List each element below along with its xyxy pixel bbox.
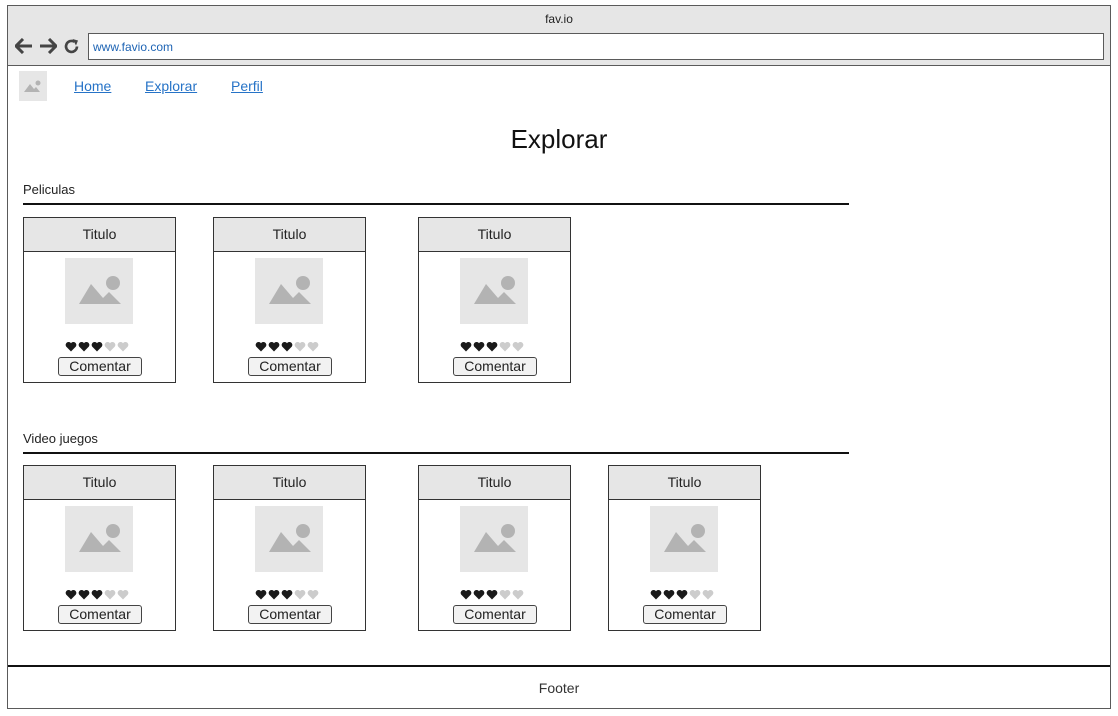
heart-icon [255,589,267,600]
page-title: Explorar [510,124,608,154]
heart-icon [486,341,498,352]
page-footer: Footer [8,665,1110,708]
card-image [255,258,323,324]
heart-icon [91,589,103,600]
heart-icon [281,589,293,600]
card-title: Titulo [419,218,570,252]
heart-icon [460,341,472,352]
image-placeholder-icon [24,80,41,92]
reload-icon [64,38,78,53]
rating-hearts [255,589,319,601]
heart-icon [512,589,524,600]
heart-icon [268,341,280,352]
section-divider [23,452,849,454]
browser-window: fav.io Home Explorar Perfil Explorar [7,5,1111,709]
heart-icon [650,589,662,600]
heart-icon [268,589,280,600]
rating-hearts [65,341,129,353]
content-card: Titulo Comentar [213,217,366,383]
url-input[interactable] [88,33,1104,60]
heart-icon [486,589,498,600]
heart-icon [512,341,524,352]
card-title: Titulo [419,466,570,500]
content-card: Titulo Comentar [23,217,176,383]
section-title-peliculas: Peliculas [23,182,76,197]
image-placeholder-icon [79,276,121,304]
comment-button[interactable]: Comentar [643,605,727,624]
forward-button[interactable] [38,36,58,56]
heart-icon [473,341,485,352]
heart-icon [255,341,267,352]
card-title: Titulo [214,466,365,500]
heart-icon [117,589,129,600]
card-image [460,506,528,572]
rating-hearts [460,589,524,601]
window-title: fav.io [545,12,573,26]
card-image [65,506,133,572]
nav-link-perfil[interactable]: Perfil [231,78,263,94]
heart-icon [307,341,319,352]
content-card: Titulo Comentar [418,465,571,631]
content-card: Titulo Comentar [23,465,176,631]
card-image [255,506,323,572]
arrow-left-icon [15,38,32,54]
heart-icon [499,341,511,352]
nav-link-home[interactable]: Home [74,78,111,94]
image-placeholder-icon [474,524,516,552]
heart-icon [663,589,675,600]
heart-icon [676,589,688,600]
comment-button[interactable]: Comentar [453,605,537,624]
heart-icon [117,341,129,352]
heart-icon [689,589,701,600]
rating-hearts [650,589,714,601]
content-card: Titulo Comentar [608,465,761,631]
comment-button[interactable]: Comentar [248,357,332,376]
image-placeholder-icon [269,276,311,304]
heart-icon [294,341,306,352]
heart-icon [473,589,485,600]
heart-icon [104,341,116,352]
image-placeholder-icon [79,524,121,552]
heart-icon [281,341,293,352]
rating-hearts [65,589,129,601]
heart-icon [294,589,306,600]
heart-icon [78,341,90,352]
rating-hearts [460,341,524,353]
reload-button[interactable] [61,36,81,56]
rating-hearts [255,341,319,353]
comment-button[interactable]: Comentar [248,605,332,624]
heart-icon [702,589,714,600]
card-image [650,506,718,572]
section-divider [23,203,849,205]
comment-button[interactable]: Comentar [453,357,537,376]
card-image [65,258,133,324]
image-placeholder-icon [269,524,311,552]
image-placeholder-icon [474,276,516,304]
comment-button[interactable]: Comentar [58,605,142,624]
card-title: Titulo [214,218,365,252]
heart-icon [499,589,511,600]
card-title: Titulo [609,466,760,500]
heart-icon [65,589,77,600]
section-title-video-juegos: Video juegos [23,431,98,446]
back-button[interactable] [14,36,34,56]
heart-icon [91,341,103,352]
image-placeholder-icon [664,524,706,552]
content-card: Titulo Comentar [213,465,366,631]
card-image [460,258,528,324]
site-logo[interactable] [19,71,47,101]
arrow-right-icon [40,38,57,54]
nav-link-explorar[interactable]: Explorar [145,78,197,94]
heart-icon [78,589,90,600]
comment-button[interactable]: Comentar [58,357,142,376]
card-title: Titulo [24,466,175,500]
heart-icon [460,589,472,600]
heart-icon [307,589,319,600]
heart-icon [65,341,77,352]
content-card: Titulo Comentar [418,217,571,383]
heart-icon [104,589,116,600]
card-title: Titulo [24,218,175,252]
browser-toolbar: fav.io [8,6,1110,66]
